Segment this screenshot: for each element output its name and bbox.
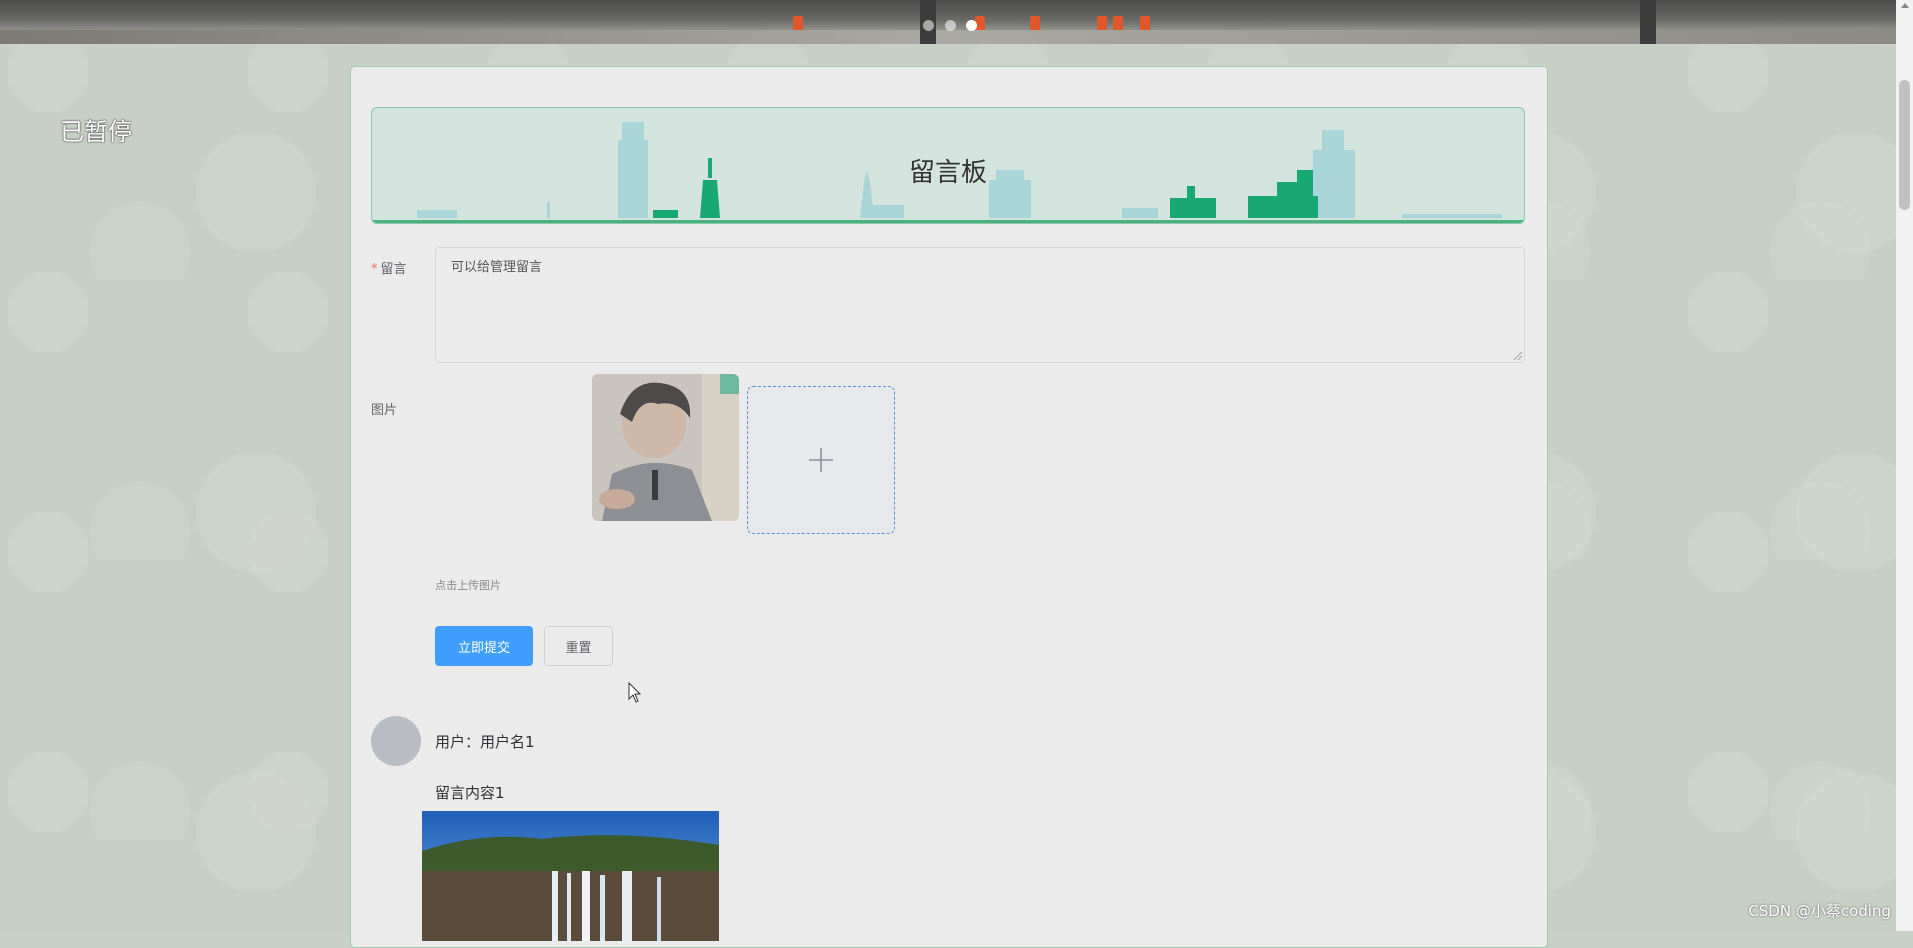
- image-upload-trigger[interactable]: [747, 386, 895, 534]
- waterfall-photo: [422, 811, 719, 941]
- paused-overlay-text: 已暂停: [60, 118, 132, 146]
- scrollbar-thumb[interactable]: [1899, 80, 1910, 210]
- board-header: 留言板: [371, 107, 1525, 224]
- message-placeholder: 可以给管理留言: [451, 260, 543, 275]
- carousel-dot[interactable]: [945, 20, 956, 31]
- upload-tip: 点击上传图片: [435, 579, 501, 592]
- banner-pole: [1640, 0, 1656, 44]
- carousel-dot[interactable]: [923, 20, 934, 31]
- avatar: [371, 716, 421, 766]
- mouse-cursor-icon: [628, 682, 642, 703]
- message-user: 用户：用户名1: [435, 733, 535, 751]
- board-title: 留言板: [908, 158, 987, 188]
- scroll-up-arrow-icon[interactable]: [1901, 3, 1909, 8]
- image-label: 图片: [371, 403, 398, 418]
- banner-cone: [1030, 16, 1040, 30]
- message-textarea[interactable]: 可以给管理留言: [435, 247, 1525, 363]
- banner-road: [0, 30, 1896, 44]
- carousel-dot-active[interactable]: [966, 20, 977, 31]
- portrait-photo: [592, 374, 739, 521]
- message-content: 留言内容1: [435, 784, 505, 802]
- reset-button[interactable]: 重置: [544, 626, 613, 666]
- message-label: * 留言: [371, 258, 407, 277]
- message-image-waterfall[interactable]: [422, 811, 719, 941]
- page-scrollbar[interactable]: [1896, 0, 1913, 931]
- banner-cone: [1097, 16, 1107, 30]
- required-mark: *: [371, 262, 378, 277]
- banner-cone: [793, 16, 803, 30]
- banner-cone: [1140, 16, 1150, 30]
- banner-carousel: [0, 0, 1896, 44]
- uploaded-image-thumbnail[interactable]: [592, 374, 739, 521]
- banner-cone: [1113, 16, 1123, 30]
- plus-icon: [809, 448, 833, 472]
- board-baseline: [372, 220, 1524, 223]
- textarea-resize-handle[interactable]: [1514, 352, 1522, 360]
- csdn-watermark: CSDN @小蔡coding: [1748, 902, 1891, 920]
- submit-button[interactable]: 立即提交: [435, 626, 533, 666]
- message-label-text: 留言: [380, 262, 407, 277]
